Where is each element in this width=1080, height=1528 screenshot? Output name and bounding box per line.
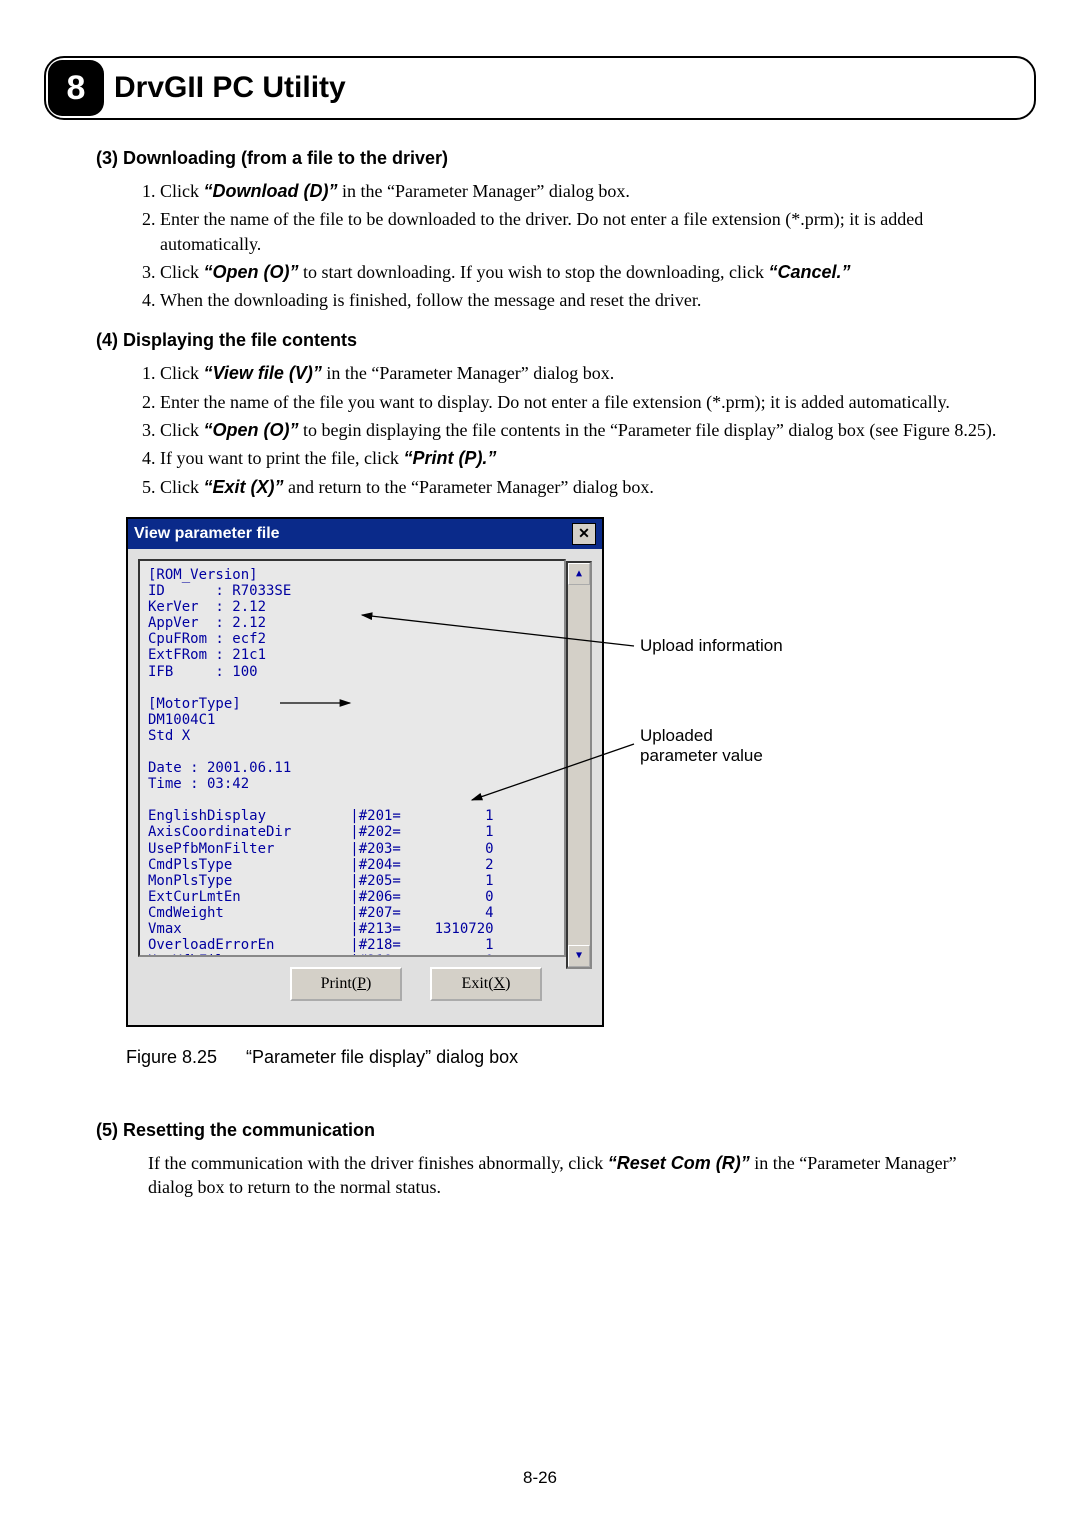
callout-upload-information: Upload information	[640, 636, 783, 656]
chapter-header: 8 DrvGII PC Utility	[44, 56, 1036, 120]
scroll-up-icon[interactable]: ▲	[568, 563, 590, 585]
exit-button[interactable]: Exit(X)	[430, 967, 542, 1001]
dialog-titlebar: View parameter file ✕	[128, 519, 602, 549]
page-number: 8-26	[0, 1468, 1080, 1488]
list-item: If you want to print the file, click “Pr…	[160, 446, 1000, 470]
figure-caption: Figure 8.25“Parameter file display” dial…	[126, 1047, 1000, 1068]
close-icon[interactable]: ✕	[572, 523, 596, 545]
list-item: When the downloading is finished, follow…	[160, 288, 1000, 312]
print-button[interactable]: Print(P)	[290, 967, 402, 1001]
section-5-paragraph: If the communication with the driver fin…	[148, 1151, 1000, 1200]
scrollbar[interactable]: ▲ ▼	[566, 561, 592, 969]
list-item: Click “Open (O)” to start downloading. I…	[160, 260, 1000, 284]
section-3-heading: (3) Downloading (from a file to the driv…	[96, 148, 1000, 169]
section-3-list: Click “Download (D)” in the “Parameter M…	[134, 179, 1000, 312]
parameter-file-text: [ROM_Version] ID : R7033SE KerVer : 2.12…	[138, 559, 566, 957]
chapter-title: DrvGII PC Utility	[114, 71, 346, 105]
section-4-heading: (4) Displaying the file contents	[96, 330, 1000, 351]
section-4-list: Click “View file (V)” in the “Parameter …	[134, 361, 1000, 498]
list-item: Enter the name of the file to be downloa…	[160, 207, 1000, 256]
list-item: Click “Open (O)” to begin displaying the…	[160, 418, 1000, 442]
view-parameter-file-dialog: View parameter file ✕ [ROM_Version] ID :…	[126, 517, 604, 1027]
list-item: Click “View file (V)” in the “Parameter …	[160, 361, 1000, 385]
list-item: Enter the name of the file you want to d…	[160, 390, 1000, 414]
list-item: Click “Exit (X)” and return to the “Para…	[160, 475, 1000, 499]
callout-uploaded-parameter-value: Uploaded parameter value	[640, 726, 763, 766]
section-5-heading: (5) Resetting the communication	[96, 1120, 1000, 1141]
scroll-down-icon[interactable]: ▼	[568, 945, 590, 967]
chapter-number: 8	[48, 60, 104, 116]
list-item: Click “Download (D)” in the “Parameter M…	[160, 179, 1000, 203]
dialog-title: View parameter file	[134, 525, 280, 543]
